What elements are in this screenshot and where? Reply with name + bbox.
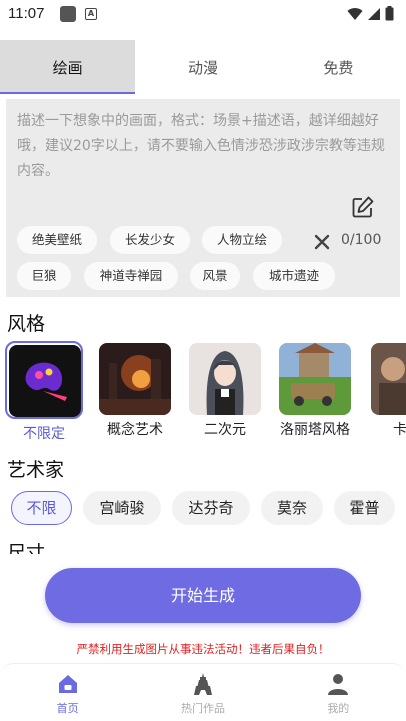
warning-text: 严禁利用生成图片从事违法活动！违者后果自负！ — [76, 642, 330, 656]
home-icon — [58, 675, 77, 693]
nav-profile[interactable]: 我的 — [271, 664, 406, 721]
style-option-anime[interactable]: 二次元 — [187, 343, 263, 439]
prompt-input[interactable]: 描述一下想象中的画面，格式：场景+描述语，越详细越好哦，建议20字以上，请不要输… — [17, 109, 395, 184]
prompt-panel: 描述一下想象中的画面，格式：场景+描述语，越详细越好哦，建议20字以上，请不要输… — [6, 99, 400, 297]
palette-icon — [25, 362, 67, 401]
tower-icon — [193, 673, 212, 695]
nav-label: 我的 — [327, 702, 350, 715]
prompt-chip[interactable]: 绝美壁纸 — [17, 226, 97, 254]
clear-icon[interactable] — [314, 234, 330, 250]
tab-anime[interactable]: 动漫 — [135, 40, 270, 94]
prompt-chip[interactable]: 人物立绘 — [202, 226, 282, 254]
generate-button[interactable]: 开始生成 — [45, 568, 361, 623]
style-option-concept-art[interactable]: 概念艺术 — [97, 343, 173, 439]
notification-badge-icon: A — [85, 8, 97, 20]
prompt-chip[interactable]: 城市遗迹 — [253, 262, 335, 290]
status-icons — [347, 6, 394, 21]
status-bar: 11:07 A — [0, 0, 406, 30]
concept-art-thumbnail — [99, 343, 171, 415]
prompt-chip[interactable]: 神道寺禅园 — [84, 262, 178, 290]
style-label: 不限定 — [23, 426, 65, 442]
concept-art-image — [99, 343, 171, 415]
style-label: 洛丽塔风格 — [280, 422, 350, 438]
person-icon — [328, 674, 349, 695]
tab-painting[interactable]: 绘画 — [0, 40, 136, 94]
cartoon-image — [371, 343, 406, 415]
notification-app-icon — [60, 6, 76, 22]
nav-label: 首页 — [56, 702, 79, 715]
size-section-title: 尺寸 — [7, 542, 46, 554]
signal-icon — [368, 7, 380, 20]
artist-option[interactable]: 宫崎骏 — [83, 491, 161, 525]
artist-option[interactable]: 霍普 — [334, 491, 395, 525]
category-tabs: 绘画 动漫 免费 — [0, 40, 406, 94]
style-option-cartoon[interactable]: 卡通 — [369, 343, 406, 439]
wifi-icon — [347, 7, 363, 20]
style-option-cartoon-clip: 卡通 — [367, 343, 406, 453]
style-section-title: 风格 — [7, 313, 46, 335]
cartoon-thumbnail — [371, 343, 406, 415]
nav-label: 热门作品 — [180, 702, 225, 715]
prompt-chip[interactable]: 长发少女 — [110, 226, 190, 254]
bottom-nav: 首页 热门作品 我的 — [0, 663, 406, 721]
anime-image — [189, 343, 261, 415]
nav-home[interactable]: 首页 — [0, 664, 135, 721]
prompt-chip[interactable]: 巨狼 — [17, 262, 71, 290]
artist-option[interactable]: 莫奈 — [261, 491, 323, 525]
palette-thumbnail — [9, 345, 81, 417]
char-counter: 0/100 — [341, 232, 382, 248]
status-time: 11:07 — [8, 5, 45, 22]
prompt-chip[interactable]: 风景 — [190, 262, 240, 290]
lolita-image — [279, 343, 351, 415]
lolita-thumbnail — [279, 343, 351, 415]
artist-section-title: 艺术家 — [7, 459, 65, 481]
style-label: 二次元 — [204, 422, 246, 438]
battery-icon — [385, 6, 394, 21]
nav-popular[interactable]: 热门作品 — [135, 664, 270, 721]
artist-option[interactable]: 不限 — [11, 491, 72, 525]
tab-free[interactable]: 免费 — [271, 40, 406, 94]
style-option-unrestricted[interactable]: 不限定 — [5, 341, 83, 443]
anime-thumbnail — [189, 343, 261, 415]
style-label: 概念艺术 — [107, 422, 163, 438]
artist-option[interactable]: 达芬奇 — [172, 491, 250, 525]
style-label: 卡通 — [393, 422, 406, 438]
style-option-lolita[interactable]: 洛丽塔风格 — [277, 343, 353, 439]
edit-icon[interactable] — [351, 195, 375, 219]
